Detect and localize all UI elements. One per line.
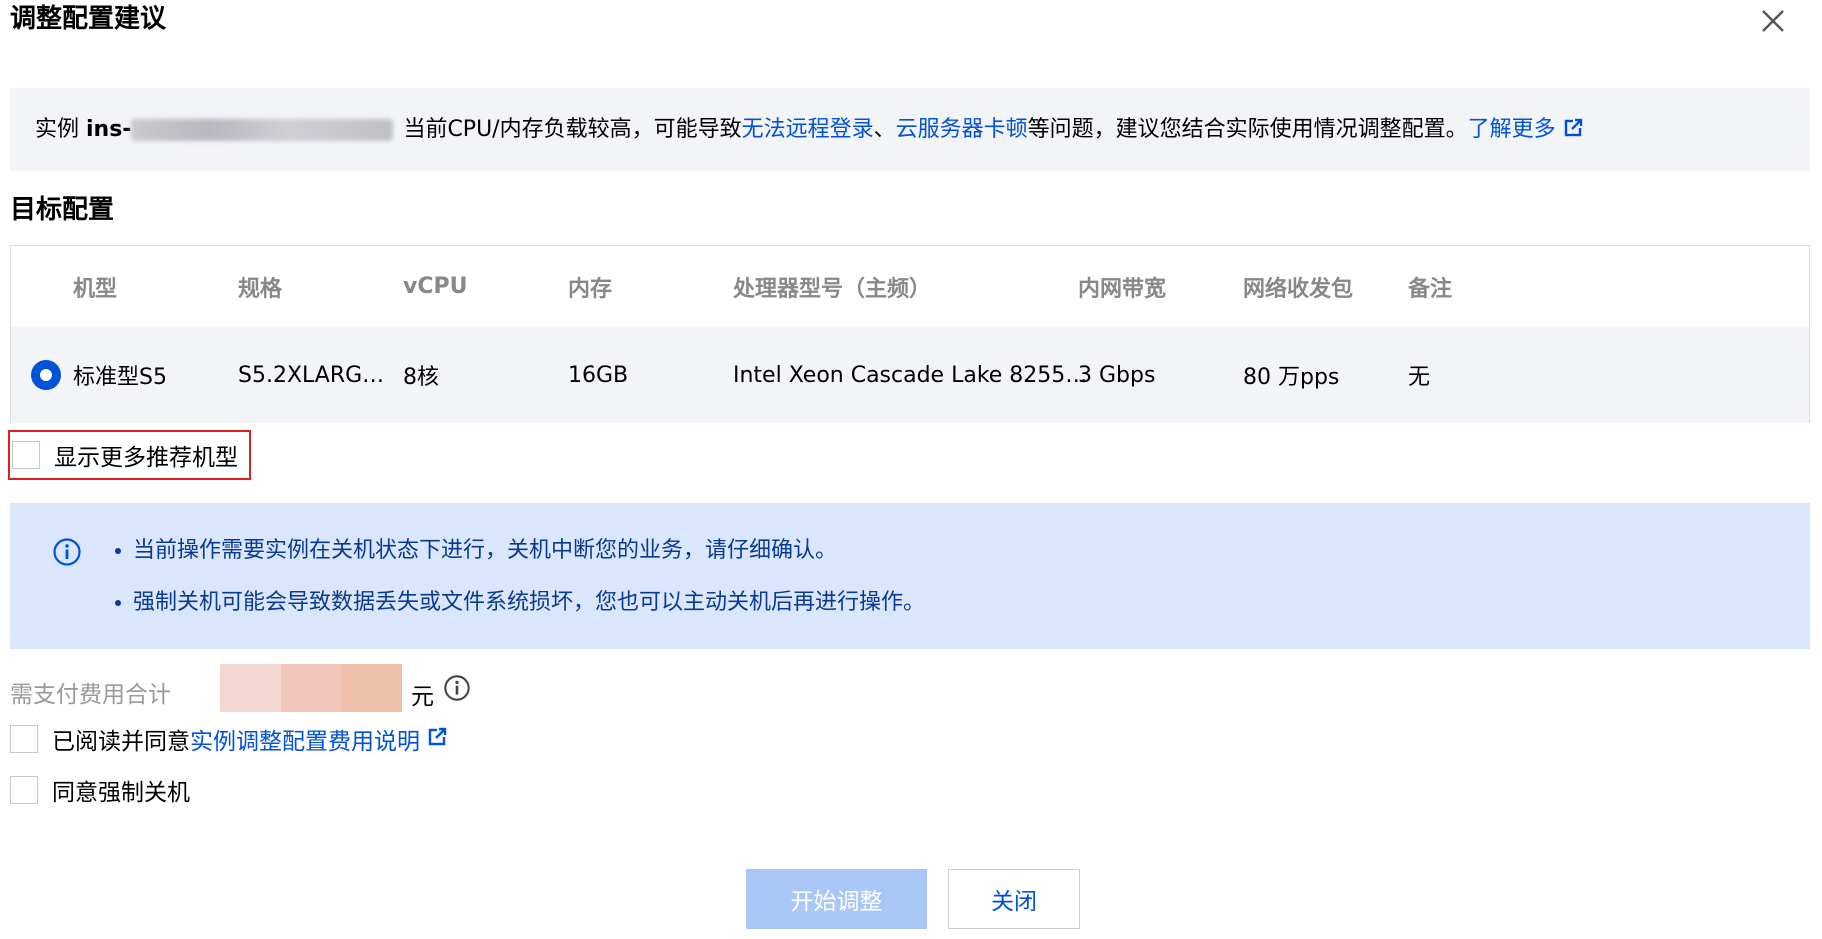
info-line-2: 强制关机可能会导致数据丢失或文件系统损坏，您也可以主动关机后再进行操作。	[113, 588, 925, 618]
shutdown-info-box: 当前操作需要实例在关机状态下进行，关机中断您的业务，请仔细确认。 强制关机可能会…	[10, 503, 1810, 649]
agree-fee-option[interactable]: 已阅读并同意实例调整配置费用说明	[10, 719, 448, 759]
col-memory: 内存	[568, 276, 613, 302]
agree-fee-prefix: 已阅读并同意	[52, 729, 190, 755]
start-adjust-button[interactable]: 开始调整	[746, 869, 927, 929]
cost-help-icon[interactable]	[443, 674, 471, 708]
table-row[interactable]: 标准型S5 S5.2XLARG… 8核 16GB Intel Xeon Casc…	[11, 327, 1809, 423]
cell-remark: 无	[1408, 365, 1431, 390]
cell-bandwidth: 3 Gbps	[1078, 362, 1156, 388]
link-server-lag[interactable]: 云服务器卡顿	[896, 117, 1028, 142]
notice-prefix: 实例	[35, 117, 86, 142]
link-remote-login[interactable]: 无法远程登录	[742, 117, 874, 142]
agree-shutdown-label: 同意强制关机	[52, 780, 190, 806]
info-line-1: 当前操作需要实例在关机状态下进行，关机中断您的业务，请仔细确认。	[113, 536, 837, 566]
notice-suffix: 等问题，建议您结合实际使用情况调整配置。	[1027, 117, 1468, 142]
cost-amount-redacted	[220, 664, 403, 712]
agree-fee-checkbox[interactable]	[10, 725, 38, 753]
redacted-instance-id	[131, 119, 394, 141]
instance-id: ins-	[86, 117, 132, 142]
external-link-icon[interactable]	[1564, 89, 1584, 172]
cell-model: 标准型S5	[73, 365, 167, 390]
cell-spec: S5.2XLARG…	[238, 362, 385, 388]
cell-vcpu: 8核	[403, 365, 439, 390]
cell-memory: 16GB	[568, 362, 629, 388]
agree-shutdown-option[interactable]: 同意强制关机	[10, 770, 190, 810]
cell-processor: Intel Xeon Cascade Lake 8255…	[733, 362, 1088, 388]
dialog-title: 调整配置建议	[10, 4, 167, 34]
table-header: 机型 规格 vCPU 内存 处理器型号（主频） 内网带宽 网络收发包 备注	[11, 246, 1809, 328]
col-spec: 规格	[238, 276, 283, 302]
notice-middle: 当前CPU/内存负载较高，可能导致	[403, 117, 742, 142]
col-model: 机型	[73, 276, 118, 302]
col-processor: 处理器型号（主频）	[733, 276, 932, 302]
col-vcpu: vCPU	[403, 274, 468, 299]
close-icon[interactable]	[1758, 6, 1788, 36]
external-link-icon[interactable]	[428, 726, 448, 752]
col-pps: 网络收发包	[1243, 276, 1354, 302]
agree-shutdown-checkbox[interactable]	[10, 776, 38, 804]
cost-unit: 元	[411, 684, 434, 710]
cost-label: 需支付费用合计	[10, 682, 171, 708]
fee-description-link[interactable]: 实例调整配置费用说明	[190, 729, 420, 755]
col-remark: 备注	[1408, 276, 1453, 302]
close-button[interactable]: 关闭	[948, 869, 1080, 929]
info-circle-icon	[52, 537, 82, 573]
load-notice-banner: 实例 ins- 当前CPU/内存负载较高，可能导致无法远程登录、云服务器卡顿等问题…	[10, 88, 1810, 171]
notice-sep: 、	[873, 117, 896, 142]
target-config-table: 机型 规格 vCPU 内存 处理器型号（主频） 内网带宽 网络收发包 备注 标准…	[10, 245, 1810, 423]
show-more-models-option[interactable]: 显示更多推荐机型	[8, 430, 251, 480]
adjust-config-dialog: 调整配置建议 实例 ins- 当前CPU/内存负载较高，可能导致无法远程登录、云服…	[0, 0, 1822, 939]
cost-row: 需支付费用合计 元	[10, 664, 710, 714]
agree-fee-label: 已阅读并同意实例调整配置费用说明	[52, 722, 420, 756]
show-more-models-label: 显示更多推荐机型	[54, 445, 238, 471]
target-config-title: 目标配置	[10, 195, 115, 225]
col-bandwidth: 内网带宽	[1078, 276, 1167, 302]
row-radio-selected[interactable]	[31, 360, 61, 390]
learn-more-link[interactable]: 了解更多	[1468, 117, 1556, 142]
show-more-models-checkbox[interactable]	[12, 441, 40, 469]
cell-pps: 80 万pps	[1243, 365, 1340, 390]
